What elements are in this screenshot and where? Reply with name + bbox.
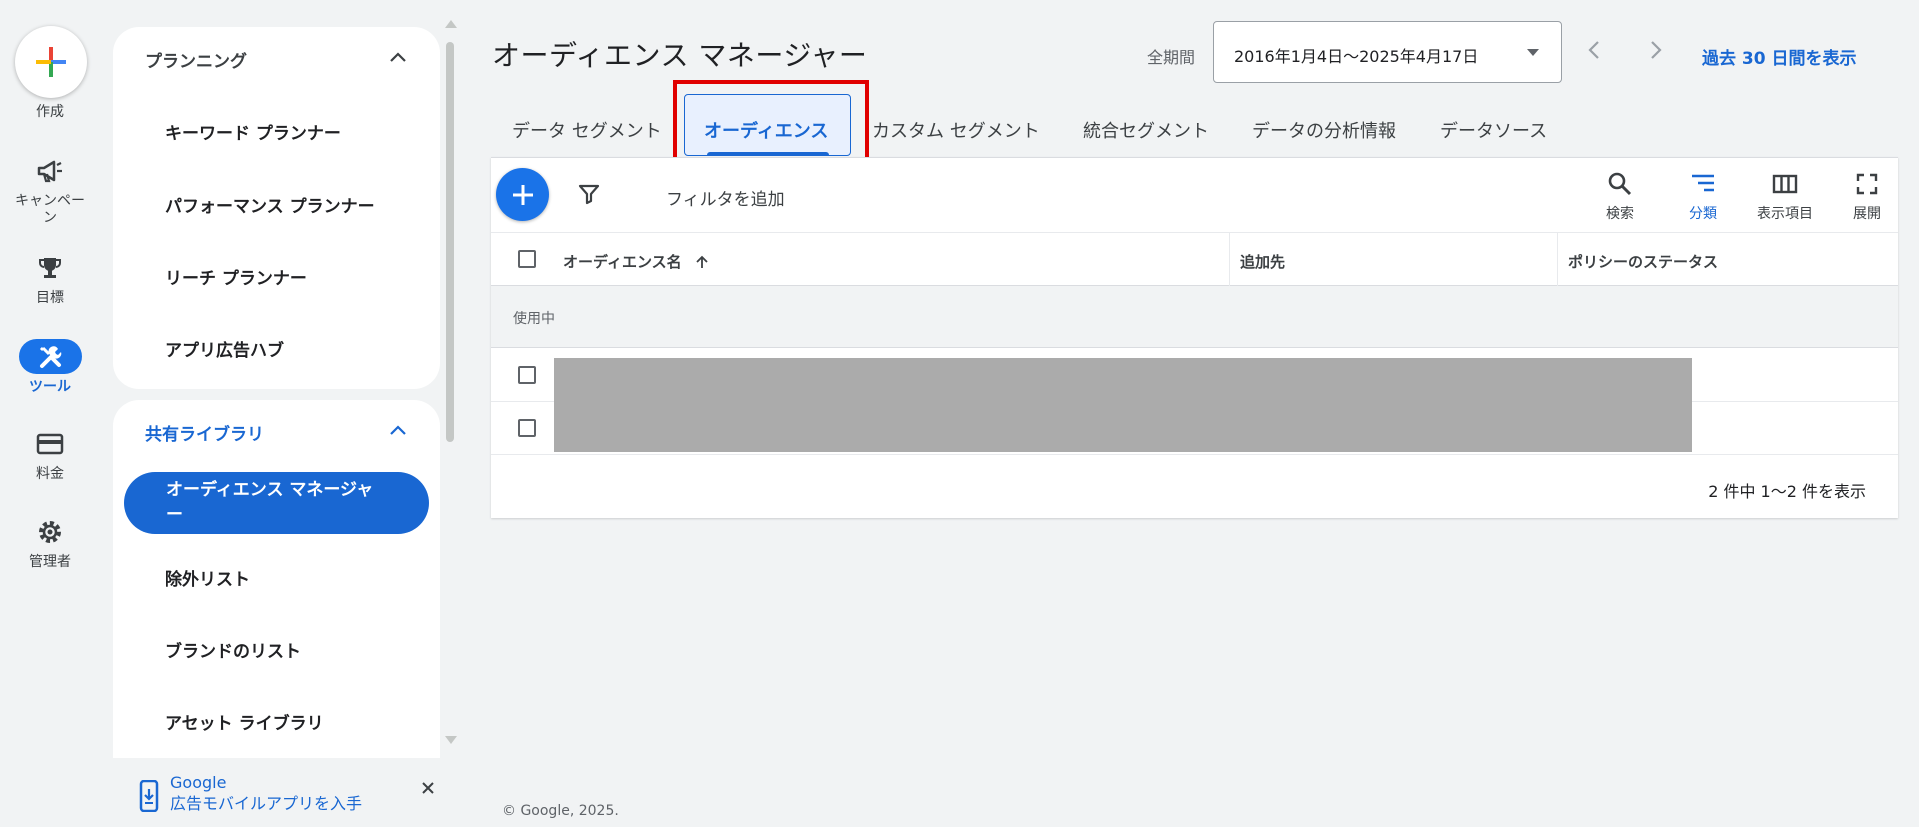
promo-text[interactable]: Google 広告モバイルアプリを入手	[170, 772, 362, 814]
nav-scrollbar-thumb[interactable]	[446, 42, 454, 442]
admin-label: 管理者	[29, 554, 71, 570]
campaigns-label-line1: キャンペー	[15, 193, 85, 209]
rail-item-billing[interactable]: 料金	[0, 428, 100, 488]
left-rail: 作成 キャンペー ン 目標 ツール 料金 管理者	[0, 0, 100, 827]
chevron-up-icon[interactable]	[390, 52, 406, 62]
create-button[interactable]	[15, 26, 87, 98]
search-tool[interactable]: 検索	[1594, 171, 1646, 223]
plus-icon	[512, 184, 533, 205]
nav-section-shared-library: 共有ライブラリ オーディエンス マネージャ ー 除外リスト ブランドのリスト ア…	[113, 400, 440, 760]
group-row-in-use: 使用中	[491, 286, 1898, 348]
col-header-added-to[interactable]: 追加先	[1240, 251, 1285, 272]
rail-item-admin[interactable]: 管理者	[0, 516, 100, 576]
add-audience-button[interactable]	[496, 168, 549, 221]
create-label: 作成	[36, 104, 64, 120]
planning-header[interactable]: プランニング	[145, 47, 247, 72]
audience-table-card: フィルタを追加 検索 分類 表示項目 展開 オーディエンス名 追加先 ポリシーの…	[491, 157, 1898, 518]
megaphone-icon	[34, 156, 66, 188]
expand-tool-label: 展開	[1853, 206, 1881, 222]
scroll-down-arrow[interactable]	[445, 736, 457, 744]
nav-item-asset-library[interactable]: アセット ライブラリ	[165, 709, 324, 734]
scroll-up-arrow[interactable]	[445, 20, 457, 28]
tools-label: ツール	[29, 379, 71, 395]
chevron-right-icon[interactable]	[1643, 38, 1667, 62]
chevron-left-icon[interactable]	[1583, 38, 1607, 62]
audience-manager-label-line1: オーディエンス マネージャ	[166, 480, 374, 500]
billing-label: 料金	[36, 466, 64, 482]
column-divider	[1557, 233, 1558, 287]
columns-icon	[1772, 174, 1798, 194]
promo-line2: 広告モバイルアプリを入手	[170, 794, 363, 813]
filter-icon[interactable]	[577, 182, 601, 206]
chevron-up-icon[interactable]	[390, 425, 406, 435]
tab-combined-segments[interactable]: 統合セグメント	[1083, 117, 1209, 143]
column-divider	[1229, 233, 1230, 287]
select-all-checkbox[interactable]	[518, 250, 536, 268]
columns-tool-label: 表示項目	[1757, 206, 1813, 222]
close-icon[interactable]	[420, 780, 436, 796]
row-checkbox[interactable]	[518, 419, 536, 437]
rail-item-campaigns[interactable]: キャンペー ン	[0, 156, 100, 232]
phone-download-icon	[139, 780, 159, 812]
date-range-select[interactable]: 2016年1月4日～2025年4月17日	[1213, 21, 1562, 83]
goals-label: 目標	[36, 290, 64, 306]
gear-icon	[34, 516, 66, 548]
tab-data-sources[interactable]: データソース	[1440, 117, 1547, 143]
plus-multicolor-icon	[36, 47, 66, 77]
date-range-value: 2016年1月4日～2025年4月17日	[1234, 47, 1479, 66]
nav-item-reach-planner[interactable]: リーチ プランナー	[165, 264, 307, 289]
nav-item-brand-lists[interactable]: ブランドのリスト	[165, 637, 301, 662]
nav-item-audience-manager[interactable]: オーディエンス マネージャ ー	[124, 472, 429, 534]
footer-copyright: © Google, 2025.	[502, 803, 619, 819]
credit-card-icon	[34, 428, 66, 460]
tab-custom-segments[interactable]: カスタム セグメント	[872, 117, 1040, 143]
expand-tool[interactable]: 展開	[1841, 171, 1893, 223]
campaigns-label-line2: ン	[43, 210, 57, 226]
red-highlight-box	[673, 80, 869, 165]
tools-pill	[19, 339, 82, 374]
redacted-content	[554, 358, 1692, 452]
mobile-app-promo[interactable]: Google 広告モバイルアプリを入手	[113, 758, 458, 827]
fullscreen-icon	[1856, 173, 1878, 195]
col-header-audience-name[interactable]: オーディエンス名	[563, 251, 709, 272]
tab-data-segments[interactable]: データ セグメント	[512, 117, 662, 143]
row-checkbox[interactable]	[518, 366, 536, 384]
audience-manager-label-line2: ー	[166, 505, 183, 525]
period-label: 全期間	[1147, 48, 1196, 67]
group-label: 使用中	[513, 311, 555, 327]
nav-item-exclusion-lists[interactable]: 除外リスト	[165, 565, 250, 590]
nav-section-planning: プランニング キーワード プランナー パフォーマンス プランナー リーチ プラン…	[113, 27, 440, 389]
search-icon	[1608, 172, 1632, 196]
col-header-audience-name-label: オーディエンス名	[563, 253, 682, 271]
add-filter-button[interactable]: フィルタを追加	[666, 185, 785, 210]
caret-down-icon	[1527, 49, 1539, 56]
nav-item-app-ad-hub[interactable]: アプリ広告ハブ	[165, 336, 284, 361]
table-header-row: オーディエンス名 追加先 ポリシーのステータス	[491, 232, 1898, 287]
wrench-icon	[39, 345, 61, 368]
show-last-30-days-link[interactable]: 過去 30 日間を表示	[1702, 44, 1857, 69]
segment-lines-icon	[1692, 174, 1714, 192]
nav-item-performance-planner[interactable]: パフォーマンス プランナー	[165, 192, 375, 217]
search-tool-label: 検索	[1606, 206, 1634, 222]
segment-tool-label: 分類	[1689, 206, 1717, 222]
promo-line1: Google	[170, 773, 227, 792]
col-header-policy-status[interactable]: ポリシーのステータス	[1568, 251, 1718, 272]
pagination-text: 2 件中 1～2 件を表示	[1708, 482, 1866, 501]
arrow-up-icon	[696, 255, 708, 268]
columns-tool[interactable]: 表示項目	[1745, 171, 1825, 223]
trophy-icon	[34, 252, 66, 284]
nav-item-keyword-planner[interactable]: キーワード プランナー	[165, 119, 341, 144]
segment-tool[interactable]: 分類	[1677, 171, 1729, 223]
rail-item-tools[interactable]: ツール	[0, 339, 100, 401]
shared-library-header[interactable]: 共有ライブラリ	[145, 420, 264, 445]
tab-data-insights[interactable]: データの分析情報	[1252, 117, 1396, 143]
page-title: オーディエンス マネージャー	[492, 39, 868, 72]
rail-item-goals[interactable]: 目標	[0, 252, 100, 312]
